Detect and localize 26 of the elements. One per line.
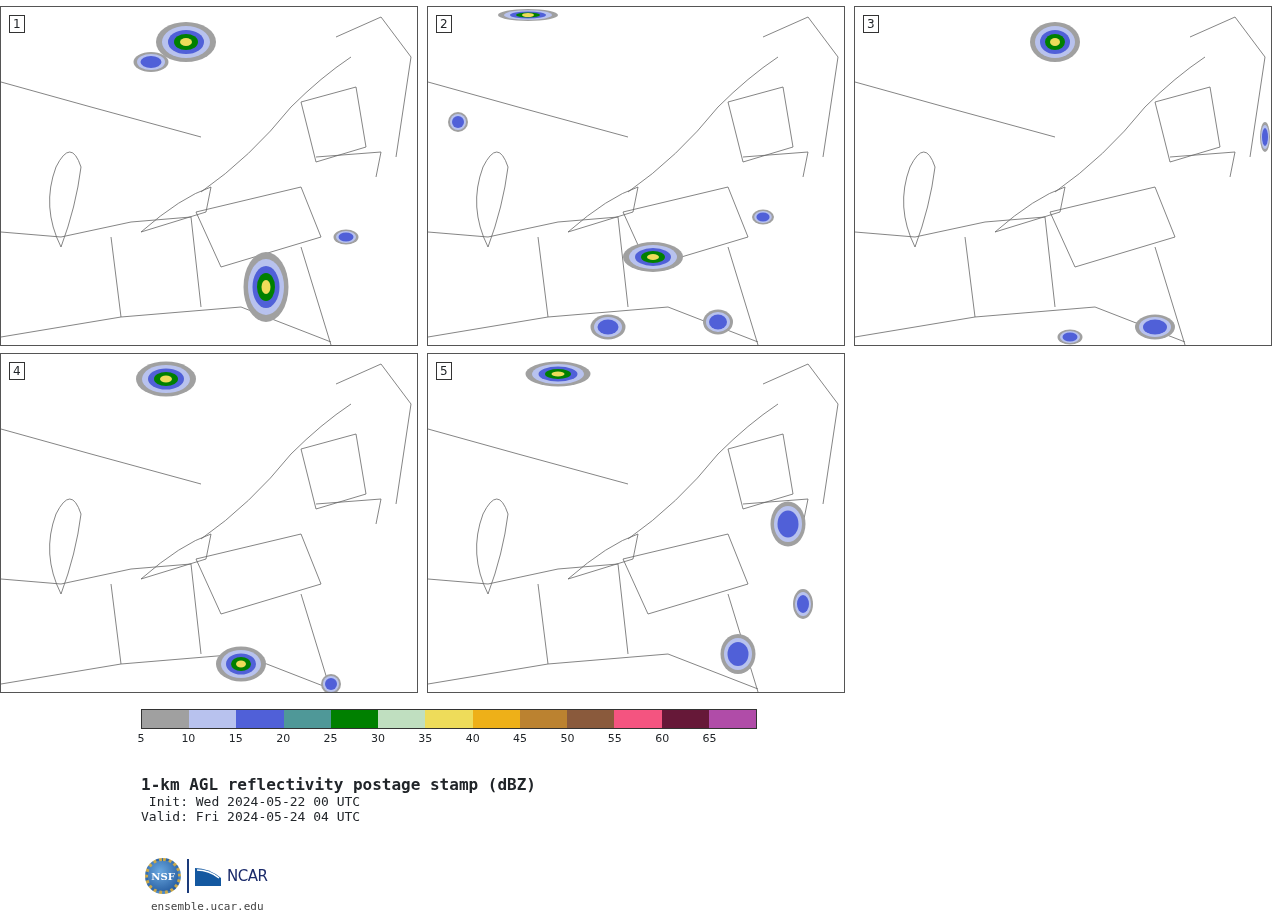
tick-label: 40 <box>465 732 480 745</box>
tick-label: 5 <box>137 732 145 745</box>
tick-label: 55 <box>607 732 622 745</box>
panel-number: 5 <box>436 362 452 380</box>
panel-number: 3 <box>863 15 879 33</box>
website-url: ensemble.ucar.edu <box>151 900 265 910</box>
tick-label: 45 <box>513 732 528 745</box>
panel-number: 4 <box>9 362 25 380</box>
panel-number: 2 <box>436 15 452 33</box>
tick-label: 15 <box>228 732 243 745</box>
tick-label: 60 <box>655 732 670 745</box>
init-time: Init: Wed 2024-05-22 00 UTC <box>147 794 362 809</box>
valid-time: Valid: Fri 2024-05-24 04 UTC <box>141 809 362 824</box>
tick-label: 65 <box>702 732 717 745</box>
logo-text: NCAR <box>227 867 268 885</box>
tick-label: 20 <box>276 732 291 745</box>
globe-logo: NSF <box>145 858 181 894</box>
tick-label: 35 <box>418 732 433 745</box>
tick-label: 50 <box>560 732 575 745</box>
tick-label: 25 <box>323 732 338 745</box>
arc-logo-icon <box>195 866 221 886</box>
tick-label: 10 <box>181 732 196 745</box>
chart-title: 1-km AGL reflectivity postage stamp (dBZ) <box>141 775 537 794</box>
logo-divider <box>187 859 189 893</box>
panel-number: 1 <box>9 15 25 33</box>
tick-label: 30 <box>370 732 385 745</box>
